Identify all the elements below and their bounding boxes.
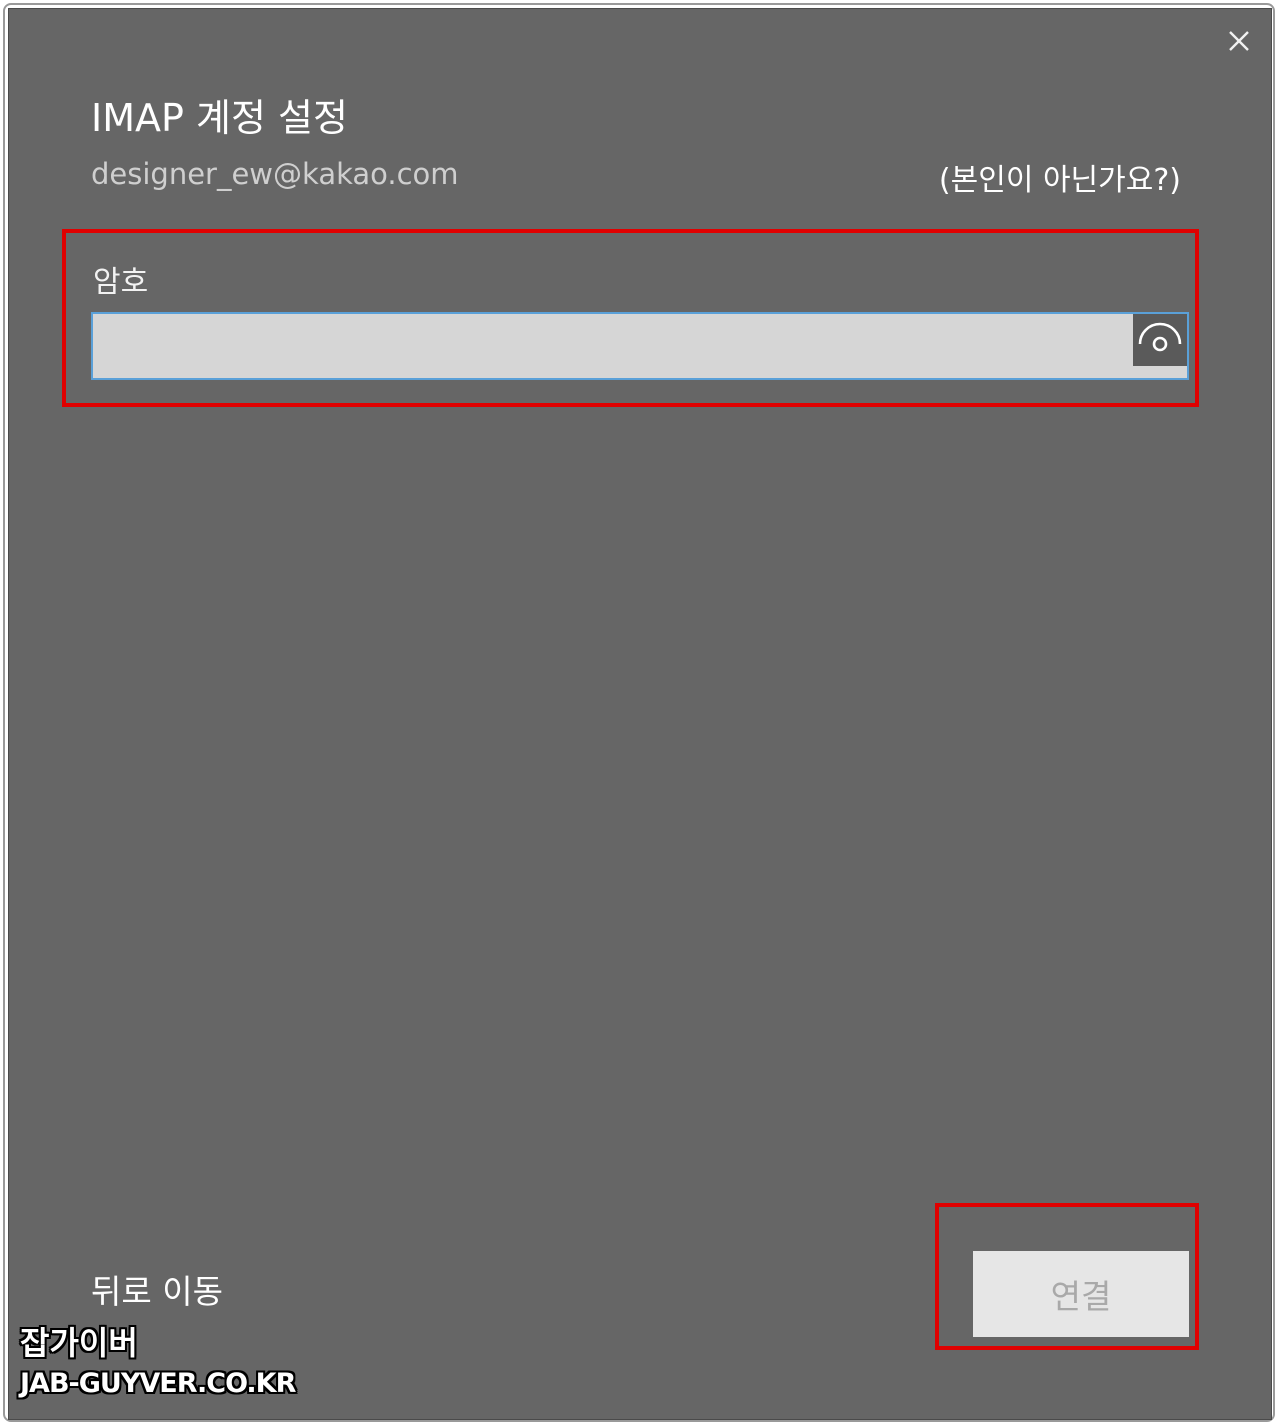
account-email: designer_ew@kakao.com — [91, 157, 459, 191]
close-icon — [1229, 31, 1249, 51]
password-highlight-box — [62, 229, 1199, 407]
dialog-title: IMAP 계정 설정 — [91, 96, 348, 140]
back-button[interactable]: 뒤로 이동 — [91, 1265, 223, 1313]
watermark-name: 잡가이버 — [20, 1324, 138, 1362]
connect-highlight-box — [935, 1203, 1199, 1350]
not-you-link[interactable]: (본인이 아닌가요?) — [939, 155, 1181, 199]
watermark-site: JAB-GUYVER.CO.KR — [20, 1368, 296, 1399]
close-button[interactable] — [1221, 23, 1257, 59]
